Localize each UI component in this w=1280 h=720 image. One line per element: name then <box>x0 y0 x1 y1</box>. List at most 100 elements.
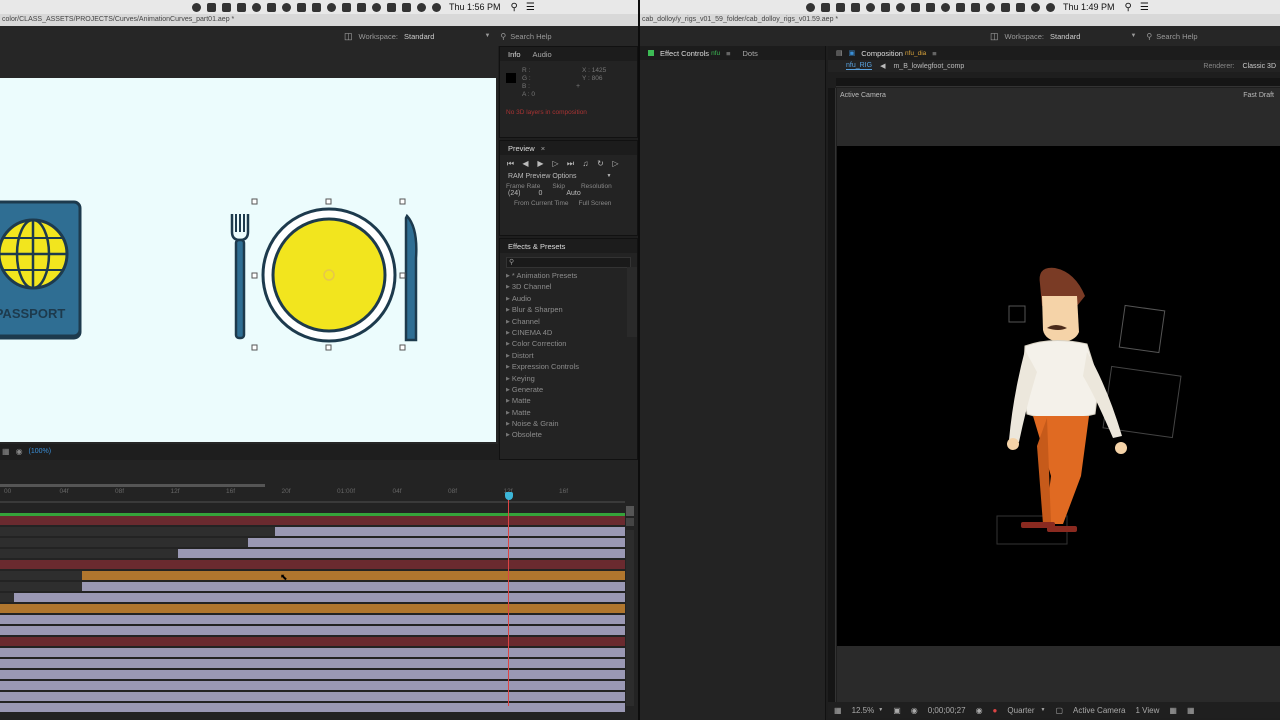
effects-category-item[interactable]: 3D Channel <box>500 281 637 292</box>
timeline-layer-row[interactable] <box>0 527 625 536</box>
toggle-pixel-icon[interactable]: ▦ <box>1169 706 1177 715</box>
chevron-down-icon[interactable]: ▼ <box>878 707 883 713</box>
effects-category-item[interactable]: CINEMA 4D <box>500 327 637 338</box>
effects-category-item[interactable]: Distort <box>500 350 637 361</box>
effects-category-item[interactable]: Obsolete <box>500 429 637 440</box>
layer-duration-bar[interactable] <box>0 560 625 569</box>
magnification-select[interactable]: 12.5% <box>852 706 875 715</box>
timeline-layer-row[interactable] <box>0 626 625 635</box>
layer-duration-bar[interactable] <box>0 692 625 701</box>
effects-category-item[interactable]: Channel <box>500 316 637 327</box>
target-icon[interactable] <box>941 2 950 12</box>
app-icon[interactable] <box>956 2 965 12</box>
dropbox-icon[interactable] <box>192 2 201 12</box>
timeline-layer-row[interactable] <box>0 549 625 558</box>
bluetooth-icon[interactable] <box>417 2 426 12</box>
phone-icon[interactable] <box>312 2 321 12</box>
tool-icon[interactable] <box>881 2 890 12</box>
safe-zones-icon[interactable]: ▣ <box>893 706 901 715</box>
tab-effects-presets[interactable]: Effects & Presets <box>508 242 565 251</box>
ram-options-select[interactable]: RAM Preview Options <box>508 173 576 180</box>
mute-icon[interactable]: ♫ <box>581 160 590 168</box>
timeline-zoom-icon[interactable] <box>626 506 634 516</box>
effects-category-item[interactable]: Color Correction <box>500 338 637 349</box>
chevron-down-icon[interactable]: ▼ <box>1041 707 1046 713</box>
region-icon[interactable]: ▢ <box>1055 706 1063 715</box>
layer-duration-bar[interactable] <box>0 604 625 613</box>
tab-composition[interactable]: Composition <box>861 49 903 58</box>
resolution-select[interactable]: Auto <box>566 190 580 197</box>
timeline-layer-row[interactable] <box>0 604 625 613</box>
right-shoe[interactable] <box>1047 526 1077 532</box>
layer-duration-bar[interactable] <box>275 527 625 536</box>
timeline-layer-row[interactable] <box>0 648 625 657</box>
clock-right[interactable]: Thu 1:49 PM <box>1063 2 1115 12</box>
face-shape[interactable] <box>1042 296 1079 342</box>
effects-category-item[interactable]: Generate <box>500 384 637 395</box>
knife-graphic[interactable] <box>404 213 418 342</box>
lock-icon[interactable] <box>648 50 654 56</box>
frame-rate-select[interactable]: (24) <box>508 190 520 197</box>
channel-icon[interactable]: ● <box>993 706 998 715</box>
notification-icon[interactable] <box>207 2 216 12</box>
timeline-layer-row[interactable] <box>0 670 625 679</box>
fork-graphic[interactable] <box>230 214 250 340</box>
plate-graphic[interactable] <box>261 207 397 343</box>
search-help-input-right[interactable]: Search Help <box>1156 32 1197 41</box>
chat-icon[interactable] <box>851 2 860 12</box>
grid-icon[interactable] <box>357 2 366 12</box>
full-screen-checkbox[interactable]: Full Screen <box>579 200 612 207</box>
phone-icon[interactable] <box>926 2 935 12</box>
timeline-layer-row[interactable] <box>0 692 625 701</box>
app-icon[interactable] <box>342 2 351 12</box>
dropbox-icon[interactable] <box>806 2 815 12</box>
breadcrumb-item-comp[interactable]: m_B_lowlegfoot_comp <box>893 63 964 70</box>
panel-menu-icon[interactable]: ≡ <box>726 49 730 58</box>
timeline-layer-row[interactable] <box>0 560 625 569</box>
wifi-icon[interactable] <box>1046 2 1055 12</box>
bell-icon[interactable] <box>222 2 231 12</box>
extension-icon[interactable] <box>252 2 261 12</box>
breadcrumb-item-rig[interactable]: nfu_RIG <box>846 62 873 70</box>
layer-duration-bar[interactable] <box>82 571 625 580</box>
ram-options-row[interactable]: RAM Preview Options ▼ <box>500 173 637 180</box>
panel-menu-icon[interactable]: ≡ <box>932 49 936 58</box>
camera-icon[interactable]: ◉ <box>16 447 23 456</box>
effects-category-item[interactable]: Noise & Grain <box>500 418 637 429</box>
search-icon[interactable]: ⚲ <box>1146 32 1152 41</box>
tab-dots[interactable]: Dots <box>743 49 758 58</box>
snapshot-icon[interactable]: ◉ <box>911 706 918 715</box>
timer-icon[interactable] <box>986 2 995 12</box>
timeline-layer-row[interactable] <box>0 582 625 591</box>
fast-preview-icon[interactable]: ▦ <box>1187 706 1195 715</box>
layer-duration-bar[interactable] <box>0 615 625 624</box>
extension-icon[interactable] <box>866 2 875 12</box>
timeline-layer-row[interactable] <box>0 593 625 602</box>
controller-box[interactable] <box>1118 304 1166 354</box>
effects-category-item[interactable]: Blur & Sharpen <box>500 304 637 315</box>
bluetooth-icon[interactable] <box>1031 2 1040 12</box>
character-rig[interactable] <box>837 146 1280 646</box>
grid-toggle-icon[interactable]: ▦ <box>2 447 10 456</box>
current-time-indicator[interactable] <box>508 494 509 706</box>
tab-audio[interactable]: Audio <box>533 50 552 59</box>
layer-duration-bar[interactable] <box>82 582 625 591</box>
timeline-layer-row[interactable] <box>0 571 625 580</box>
tab-preview[interactable]: Preview <box>508 144 535 153</box>
layer-duration-bar[interactable] <box>14 593 625 602</box>
chevron-down-icon[interactable]: ▼ <box>484 33 490 39</box>
layer-duration-bar[interactable] <box>248 538 625 547</box>
tool-icon[interactable] <box>267 2 276 12</box>
effects-category-item[interactable]: Matte <box>500 407 637 418</box>
camera-icon[interactable]: ◉ <box>976 706 983 715</box>
record-icon[interactable] <box>282 2 291 12</box>
comp-canvas[interactable]: PASSPORT <box>0 78 496 442</box>
layer-duration-bar[interactable] <box>0 637 625 646</box>
record-icon[interactable] <box>896 2 905 12</box>
chat-icon[interactable] <box>237 2 246 12</box>
playhead-handle[interactable] <box>505 492 513 500</box>
workspace-icon[interactable]: ◫ <box>990 31 999 42</box>
search-icon[interactable]: ⚲ <box>500 32 506 41</box>
wifi-icon[interactable] <box>432 2 441 12</box>
screen-icon[interactable] <box>402 2 411 12</box>
